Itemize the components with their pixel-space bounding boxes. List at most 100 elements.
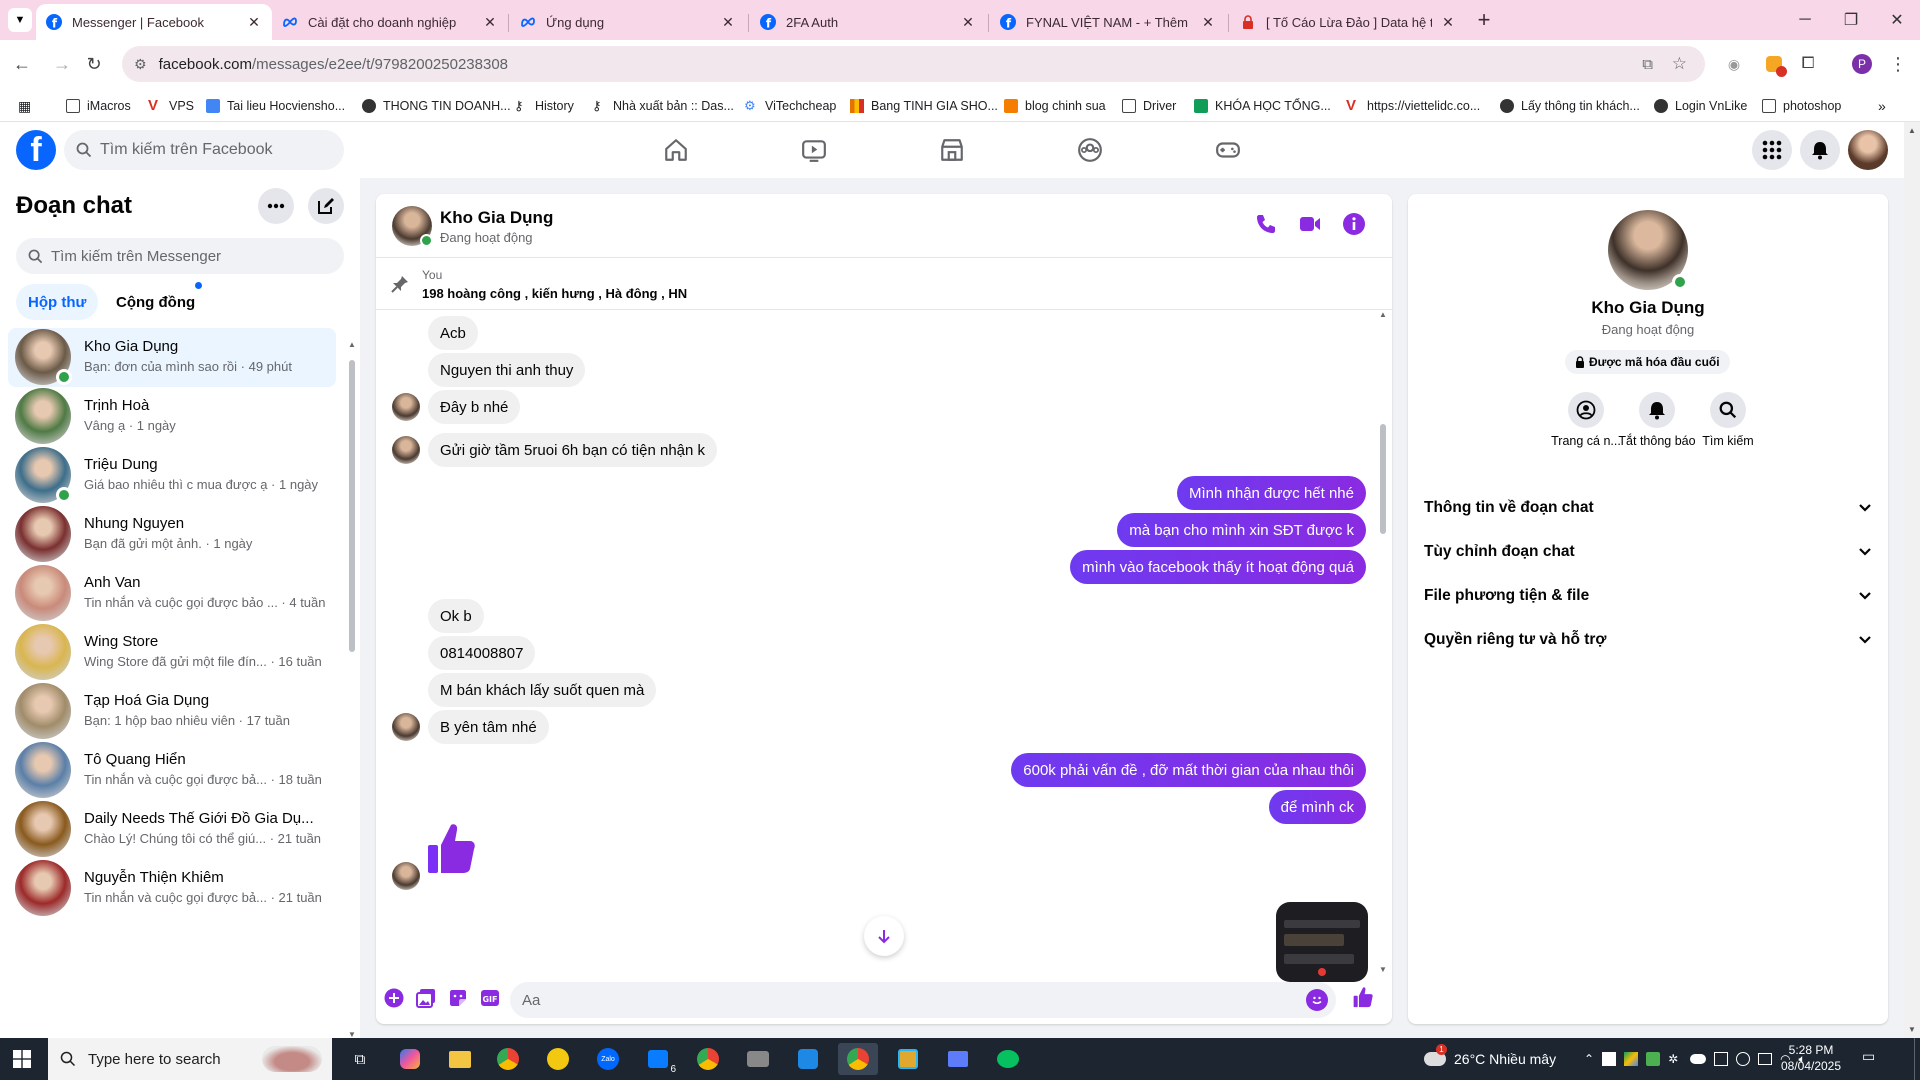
messenger-search-input[interactable]: Tìm kiếm trên Messenger [16, 238, 344, 274]
message-bubble[interactable]: 600k phải vấn đề , đỡ mất thời gian của … [1011, 753, 1366, 787]
message-bubble[interactable]: Gửi giờ tầm 5ruoi 6h bạn có tiện nhận k [428, 433, 718, 467]
page-scrollbar[interactable]: ▲ ▼ [1904, 122, 1920, 1038]
new-tab-button[interactable]: + [1470, 6, 1498, 34]
chrome-profile-app[interactable] [838, 1043, 878, 1075]
image-attachment[interactable] [1276, 902, 1368, 982]
pinned-message-bar[interactable]: You 198 hoàng công , kiến hưng , Hà đông… [376, 258, 1392, 310]
tab-apps[interactable]: Ứng dụng ✕ [510, 4, 746, 40]
app-icon[interactable] [538, 1043, 578, 1075]
tab-community[interactable]: Cộng đồng [104, 284, 207, 320]
wechat-app[interactable] [988, 1043, 1028, 1075]
tab-search-button[interactable]: ▼ [8, 8, 32, 32]
conversation-item[interactable]: Tô Quang Hiển Tin nhắn và cuộc gọi được b… [8, 741, 336, 800]
chrome-app[interactable] [688, 1043, 728, 1075]
tab-business-settings[interactable]: Cài đặt cho doanh nghiệp ✕ [272, 4, 508, 40]
tray-app-icon[interactable]: ✲ [1668, 1052, 1682, 1066]
cloud-icon[interactable] [1690, 1054, 1707, 1064]
bookmark-item[interactable]: photoshop [1762, 96, 1841, 116]
conversation-item[interactable]: Wing Store Wing Store đã gửi một file đín… [8, 623, 336, 682]
video-call-button[interactable] [1298, 212, 1322, 241]
nav-home[interactable] [620, 126, 732, 174]
conversation-item[interactable]: Anh Van Tin nhắn và cuộc gọi được bảo ...… [8, 564, 336, 623]
message-bubble[interactable]: để mình ck [1268, 790, 1366, 824]
bookmark-item[interactable]: Bang TINH GIA SHO... [850, 96, 998, 116]
display-icon[interactable] [1758, 1053, 1773, 1065]
clock[interactable]: 5:28 PM 08/04/2025 [1776, 1042, 1846, 1074]
site-info-icon[interactable]: ⚙ [134, 56, 147, 73]
tray-app-icon[interactable] [1602, 1052, 1617, 1066]
message-bubble[interactable]: M bán khách lấy suốt quen mà [428, 673, 657, 707]
task-view-button[interactable]: ⧉ [340, 1043, 380, 1075]
chevron-up-icon[interactable]: ⌃ [1584, 1052, 1594, 1066]
extension-icon[interactable] [1758, 48, 1790, 80]
conversation-item[interactable]: Triệu Dung Giá bao nhiêu thì c mua được ạ… [8, 446, 336, 505]
encryption-badge[interactable]: Được mã hóa đầu cuối [1565, 350, 1730, 374]
bookmark-item[interactable]: V VPS [148, 96, 194, 116]
system-tray[interactable]: ⌃ ✲ ◠ 🔈︎ [1584, 1050, 1806, 1068]
close-tab-icon[interactable]: ✕ [1440, 14, 1456, 31]
close-tab-icon[interactable]: ✕ [960, 14, 976, 31]
message-bubble[interactable]: 0814008807 [428, 636, 536, 670]
address-bar[interactable]: ⚙ facebook.com/messages/e2ee/t/979820025… [122, 46, 1705, 82]
minimize-button[interactable]: ─ [1782, 0, 1828, 40]
tab-fynal[interactable]: f FYNAL VIỆT NAM - + Thêm sản ✕ [990, 4, 1226, 40]
show-desktop-button[interactable] [1914, 1038, 1920, 1080]
app-icon[interactable] [938, 1043, 978, 1075]
chat-list-scrollbar[interactable]: ▲ ▼ [348, 340, 356, 1039]
message-bubble[interactable]: Mình nhận được hết nhé [1177, 476, 1366, 510]
section-media[interactable]: File phương tiện & file [1424, 574, 1872, 618]
message-bubble[interactable]: mà bạn cho mình xin SĐT được k [1117, 513, 1366, 547]
message-bubble[interactable]: Acb [428, 316, 478, 350]
weather-widget[interactable]: 1 26°C Nhiều mây [1424, 1044, 1556, 1072]
nav-gaming[interactable] [1172, 126, 1284, 174]
message-list-scrollbar[interactable]: ▲ ▼ [1378, 310, 1388, 974]
bookmark-item[interactable]: ⚷ Nhà xuất bản :: Das... [592, 96, 734, 116]
bookmark-item[interactable]: Login VnLike [1654, 96, 1747, 116]
message-bubble[interactable]: Nguyen thi anh thuy [428, 353, 586, 387]
scroll-to-bottom-button[interactable] [864, 916, 904, 956]
conversation-item[interactable]: Tạp Hoá Gia Dụng Bạn: 1 hộp bao nhiêu viê… [8, 682, 336, 741]
taskbar-search-input[interactable]: Type here to search [48, 1038, 332, 1080]
section-privacy[interactable]: Quyền riêng tư và hỗ trợ [1424, 618, 1872, 662]
bookmark-item[interactable]: ⚷ History [514, 96, 574, 116]
profile-avatar[interactable]: P [1846, 48, 1878, 80]
copilot-app[interactable] [390, 1043, 430, 1075]
thumbs-up-sticker-icon[interactable] [426, 821, 476, 875]
menu-kebab-icon[interactable]: ⋮ [1882, 48, 1914, 80]
send-like-button[interactable] [1352, 986, 1374, 1013]
close-tab-icon[interactable]: ✕ [246, 14, 262, 31]
close-tab-icon[interactable]: ✕ [720, 14, 736, 31]
bookmark-item[interactable]: THONG TIN DOANH... [362, 96, 511, 116]
nav-marketplace[interactable] [896, 126, 1008, 174]
facebook-logo[interactable]: f [16, 130, 56, 170]
restore-button[interactable]: ❐ [1828, 0, 1874, 40]
account-avatar[interactable] [1848, 130, 1888, 170]
tray-app-icon[interactable] [1736, 1052, 1751, 1066]
message-input[interactable]: Aa [510, 982, 1336, 1018]
message-bubble[interactable]: B yên tâm nhé [428, 710, 549, 744]
zalo-pc-app[interactable]: 6 [638, 1043, 678, 1075]
tab-report[interactable]: [ Tố Cáo Lừa Đảo ] Data hệ thốn ✕ [1230, 4, 1466, 40]
tab-inbox[interactable]: Hộp thư [16, 284, 99, 320]
conversation-item[interactable]: Nhung Nguyen Bạn đã gửi một ảnh. · 1 ngày [8, 505, 336, 564]
conversation-item[interactable]: Nguyễn Thiện Khiêm Tin nhắn và cuộc gọi đ… [8, 859, 336, 918]
notification-center-button[interactable]: ▭ [1862, 1048, 1884, 1070]
bookmark-star-icon[interactable]: ☆ [1672, 54, 1687, 74]
bookmark-item[interactable]: Vhttps://viettelidc.co... [1346, 96, 1480, 116]
app-icon[interactable] [888, 1043, 928, 1075]
app-icon[interactable] [738, 1043, 778, 1075]
reload-button[interactable]: ↻ [78, 48, 110, 80]
nav-groups[interactable] [1034, 126, 1146, 174]
bookmark-item[interactable]: Tai lieu Hocviensho... [206, 96, 345, 116]
extension-icon[interactable]: ◉ [1718, 48, 1750, 80]
facebook-search-input[interactable]: Tìm kiếm trên Facebook [64, 130, 344, 170]
section-customize[interactable]: Tùy chỉnh đoạn chat [1424, 530, 1872, 574]
more-options-button[interactable] [258, 188, 294, 224]
nav-watch[interactable] [758, 126, 870, 174]
extensions-puzzle-icon[interactable]: ⧠ [1792, 48, 1824, 80]
zalo-app[interactable]: Zalo [588, 1043, 628, 1075]
conversation-item[interactable]: Daily Needs Thế Giới Đồ Gia Dụ... Chào Lý… [8, 800, 336, 859]
new-message-button[interactable] [308, 188, 344, 224]
close-tab-icon[interactable]: ✕ [1200, 14, 1216, 31]
tray-app-icon[interactable] [1624, 1052, 1639, 1066]
